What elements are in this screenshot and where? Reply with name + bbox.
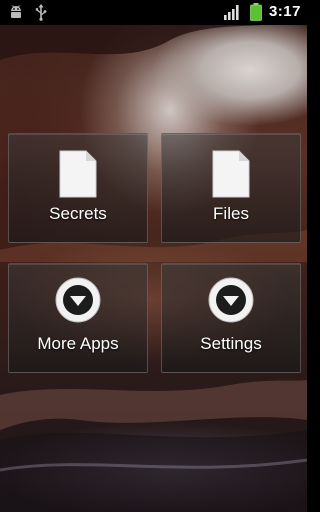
settings-tile[interactable]: Settings bbox=[161, 263, 301, 373]
signal-icon bbox=[224, 5, 240, 25]
more-apps-label: More Apps bbox=[37, 334, 119, 353]
usb-icon bbox=[34, 4, 48, 26]
home-screen: 3:17 Secrets Files More Apps Settings bbox=[0, 0, 307, 512]
battery-icon bbox=[250, 3, 262, 26]
files-tile[interactable]: Files bbox=[161, 133, 301, 243]
status-time: 3:17 bbox=[268, 3, 301, 20]
wallpaper bbox=[0, 0, 307, 512]
document-icon bbox=[59, 150, 97, 203]
document-icon bbox=[212, 150, 250, 203]
secrets-label: Secrets bbox=[49, 204, 107, 223]
settings-label: Settings bbox=[200, 334, 262, 353]
circle-down-arrow-icon bbox=[54, 276, 102, 329]
more-apps-tile[interactable]: More Apps bbox=[8, 263, 148, 373]
android-debug-icon bbox=[8, 4, 24, 25]
status-bar: 3:17 bbox=[0, 0, 307, 25]
files-label: Files bbox=[213, 204, 249, 223]
circle-down-arrow-icon bbox=[207, 276, 255, 329]
secrets-tile[interactable]: Secrets bbox=[8, 133, 148, 243]
